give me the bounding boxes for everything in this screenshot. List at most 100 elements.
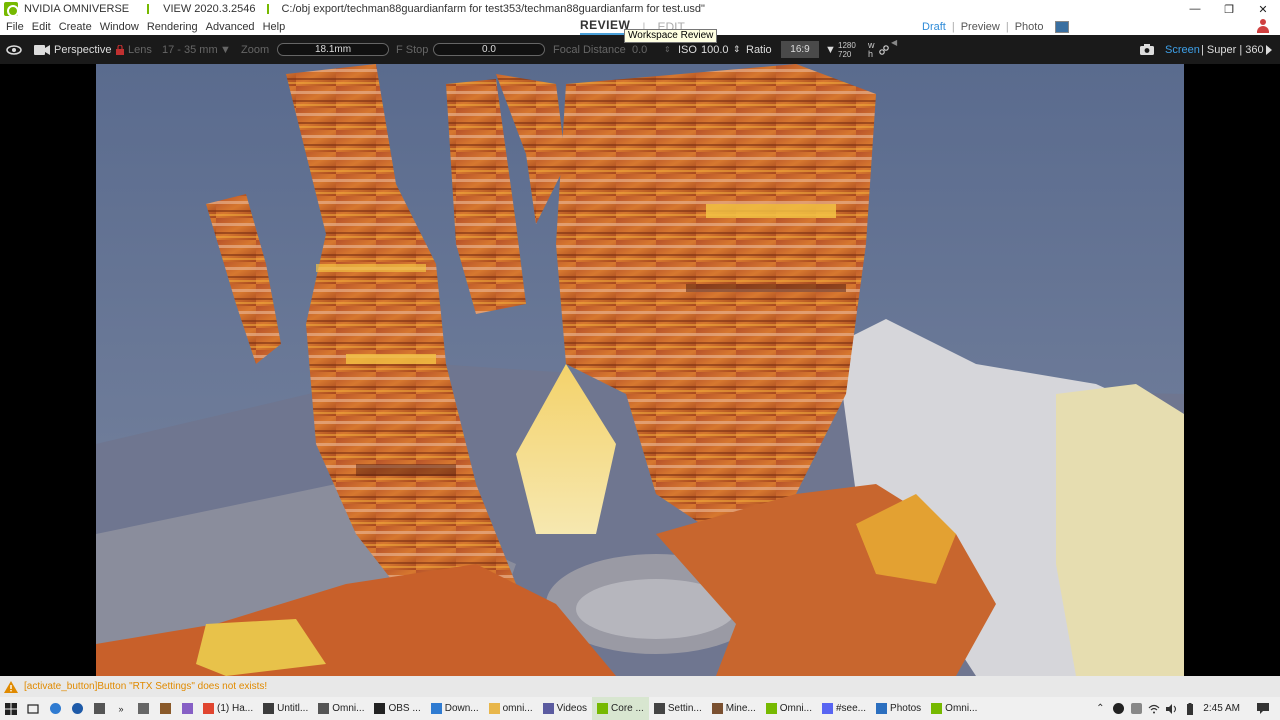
screenshot-camera-icon[interactable] <box>1140 35 1154 64</box>
taskbar-app-label: Videos <box>556 703 588 714</box>
file-path: C:/obj export/techman88guardianfarm for … <box>281 3 705 15</box>
pinned-app-icon[interactable] <box>154 697 176 720</box>
taskbar-apps: (1) Ha... Untitl... Omni... OBS ... Down... o… <box>198 697 982 720</box>
lock-icon[interactable] <box>115 35 125 64</box>
lens-chevron-down-icon[interactable]: ▼ <box>220 35 231 64</box>
console-message: [activate_button]Button "RTX Settings" d… <box>24 681 268 692</box>
menu-help[interactable]: Help <box>263 21 286 33</box>
rendered-scene-image[interactable] <box>96 64 1184 676</box>
app-version: VIEW 2020.3.2546 <box>163 3 256 15</box>
minimize-button[interactable]: — <box>1178 0 1212 18</box>
tray-chevron-up-icon[interactable]: ⌃ <box>1091 697 1109 720</box>
menu-create[interactable]: Create <box>59 21 92 33</box>
taskbar-app-button[interactable]: Omni... <box>926 697 982 720</box>
app-icon <box>822 703 833 714</box>
taskbar-app-button[interactable]: Omni... <box>761 697 817 720</box>
taskbar-app-label: omni... <box>502 703 533 714</box>
zoom-label: Zoom <box>241 43 270 56</box>
taskbar-app-label: Settin... <box>667 703 702 714</box>
render-settings-icon[interactable] <box>1055 20 1070 33</box>
tray-app-icon[interactable] <box>1127 697 1145 720</box>
more-options-icon[interactable] <box>1266 35 1272 64</box>
ratio-dropdown[interactable]: 16:9 <box>781 41 819 58</box>
app-icon <box>203 703 214 714</box>
notifications-icon[interactable] <box>1254 697 1272 720</box>
title-separator <box>267 4 270 14</box>
fstop-slider[interactable]: 0.0 <box>433 43 545 56</box>
pinned-app-icon[interactable] <box>88 697 110 720</box>
fstop-label: F Stop <box>396 43 429 56</box>
visual-studio-icon[interactable] <box>176 697 198 720</box>
lens-dropdown[interactable]: 17 - 35 mm <box>162 35 218 64</box>
render-mode-divider: | <box>951 20 955 33</box>
lens-label: Lens <box>128 43 152 56</box>
taskbar-clock[interactable]: 2:45 AM <box>1203 703 1240 714</box>
resolution-width: 1280 <box>838 40 856 50</box>
taskbar-app-button[interactable]: Photos <box>871 697 926 720</box>
pinned-app-icon[interactable] <box>132 697 154 720</box>
restore-button[interactable]: ❐ <box>1212 0 1246 18</box>
app-icon <box>931 703 943 714</box>
taskbar-app-button[interactable]: (1) Ha... <box>198 697 258 720</box>
ratio-box-wrap: 16:9 <box>781 35 819 64</box>
taskbar-app-button[interactable]: Untitl... <box>258 697 313 720</box>
taskbar-app-button[interactable]: Down... <box>426 697 484 720</box>
link-icon[interactable] <box>879 35 889 64</box>
taskbar-app-button[interactable]: #see... <box>817 697 871 720</box>
app-icon <box>711 703 723 714</box>
menu-window[interactable]: Window <box>100 21 139 33</box>
app-icon <box>876 703 888 714</box>
wifi-icon[interactable] <box>1145 697 1163 720</box>
task-view-icon[interactable] <box>22 697 44 720</box>
user-icon[interactable] <box>1256 19 1270 33</box>
pinned-app-icon[interactable] <box>44 697 66 720</box>
height-label: h <box>868 48 874 59</box>
taskbar-app-button[interactable]: Mine... <box>707 697 761 720</box>
render-mode-photo[interactable]: Photo <box>1015 21 1044 33</box>
iso-stepper-icon[interactable]: ⇕ <box>733 35 741 64</box>
app-icon <box>374 703 386 714</box>
camera-icon[interactable] <box>34 35 50 64</box>
taskbar-app-label: OBS ... <box>388 703 421 714</box>
taskbar-app-label: #see... <box>836 703 867 714</box>
app-icon <box>488 703 500 714</box>
app-icon <box>263 703 275 714</box>
taskbar-app-button[interactable]: omni... <box>484 697 538 720</box>
render-mode-draft[interactable]: Draft <box>922 21 946 33</box>
windows-start-icon[interactable] <box>0 697 22 720</box>
focal-distance-label: Focal Distance <box>553 43 626 56</box>
taskbar-app-button[interactable]: OBS ... <box>369 697 425 720</box>
app-icon <box>597 703 609 714</box>
visibility-eye-icon[interactable] <box>6 35 22 64</box>
ratio-chevron-down-icon[interactable]: ▼ <box>825 35 836 64</box>
close-button[interactable]: ✕ <box>1246 0 1280 18</box>
system-tray: ⌃ 2:45 AM <box>1091 697 1280 720</box>
taskbar-app-button[interactable]: Settin... <box>649 697 707 720</box>
taskbar-app-label: Photos <box>890 703 922 714</box>
app-icon <box>318 703 330 714</box>
menu-rendering[interactable]: Rendering <box>147 21 198 33</box>
camera-perspective[interactable]: Perspective <box>54 35 111 64</box>
battery-icon[interactable] <box>1181 697 1199 720</box>
taskbar-app-button[interactable]: Omni... <box>313 697 369 720</box>
tray-app-icon[interactable] <box>1109 697 1127 720</box>
resolution-height: 720 <box>838 49 852 59</box>
app-name: NVIDIA OMNIVERSE <box>24 3 130 15</box>
volume-icon[interactable] <box>1163 697 1181 720</box>
collapse-arrow-icon[interactable]: ◀ <box>891 28 897 57</box>
console-notification-bar[interactable]: [activate_button]Button "RTX Settings" d… <box>0 676 1280 697</box>
app-icon <box>430 703 442 714</box>
taskbar-overflow-icon[interactable]: » <box>110 697 132 720</box>
menu-edit[interactable]: Edit <box>32 21 51 33</box>
menu-advanced[interactable]: Advanced <box>206 21 255 33</box>
zoom-slider[interactable]: 18.1mm <box>277 43 389 56</box>
pinned-app-icon[interactable] <box>66 697 88 720</box>
viewport[interactable] <box>0 64 1280 676</box>
screen-capture-label[interactable]: Screen <box>1165 35 1200 64</box>
capture-quality-label[interactable]: | Super | 360 <box>1201 35 1264 64</box>
render-mode-preview[interactable]: Preview <box>961 21 1000 33</box>
tab-review[interactable]: REVIEW <box>580 18 631 35</box>
taskbar-app-button[interactable]: Videos <box>538 697 592 720</box>
menu-file[interactable]: File <box>6 21 24 33</box>
taskbar-app-button[interactable]: Core ... <box>592 697 649 720</box>
